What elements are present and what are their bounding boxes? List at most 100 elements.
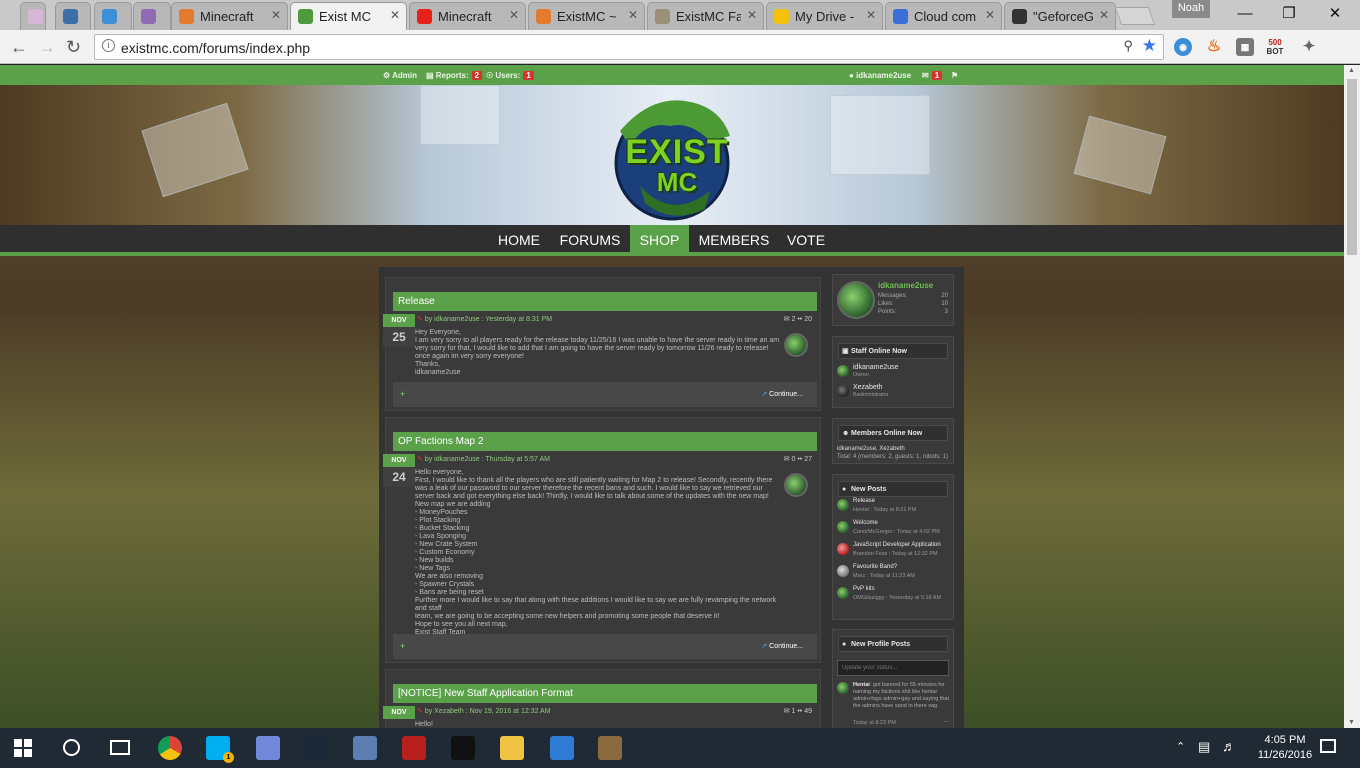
- continue-link[interactable]: ↗ Continue...: [761, 642, 803, 650]
- forward-icon[interactable]: →: [38, 36, 56, 58]
- extension-box-icon[interactable]: ▦: [1236, 38, 1254, 56]
- tab-close-icon[interactable]: ✕: [866, 8, 876, 22]
- tab-close-icon[interactable]: ✕: [628, 8, 638, 22]
- reports-link[interactable]: ▤ Reports: 2: [426, 71, 483, 80]
- nav-members[interactable]: MEMBERS: [695, 225, 773, 256]
- tab-close-icon[interactable]: ✕: [509, 8, 519, 22]
- browser-tab[interactable]: Cloud com ✕: [885, 2, 1002, 30]
- bookmark-star-icon[interactable]: ★: [1142, 36, 1157, 56]
- browser-tab[interactable]: [133, 2, 171, 30]
- browser-tab[interactable]: [94, 2, 132, 30]
- thread-title[interactable]: OP Factions Map 2: [393, 432, 817, 451]
- post-title[interactable]: Welcome: [853, 520, 878, 526]
- browser-tab[interactable]: [20, 2, 46, 30]
- nav-vote[interactable]: VOTE: [780, 225, 832, 256]
- discord-icon[interactable]: [256, 736, 280, 760]
- zoom-icon[interactable]: ⚲: [1123, 38, 1133, 54]
- network-icon[interactable]: ▤: [1198, 739, 1210, 755]
- visitor-username[interactable]: idkaname2use: [878, 281, 933, 290]
- browser-tab[interactable]: ExistMC Fa ✕: [647, 2, 764, 30]
- users-link[interactable]: ☉ Users: 1: [486, 71, 534, 80]
- thread-meta[interactable]: ✎ by idkaname2use : Yesterday at 8:31 PM: [417, 315, 552, 323]
- tab-close-icon[interactable]: ✕: [271, 8, 281, 22]
- reload-icon[interactable]: ↻: [66, 36, 81, 58]
- url-text[interactable]: existmc.com/forums/index.php: [121, 40, 310, 56]
- netflix-icon[interactable]: [451, 736, 475, 760]
- plus-icon[interactable]: +: [400, 389, 405, 399]
- browser-tab[interactable]: Exist MC ✕: [290, 2, 407, 31]
- thread-title[interactable]: Release: [393, 292, 817, 311]
- task-view-icon[interactable]: [110, 740, 130, 755]
- thread-meta[interactable]: ✎ by Xezabeth : Nov 19, 2016 at 12:32 AM: [417, 707, 551, 715]
- post-avatar[interactable]: [837, 499, 849, 511]
- inbox-link[interactable]: ✉ 1: [922, 71, 943, 80]
- post-title[interactable]: Release: [853, 498, 875, 504]
- system-clock[interactable]: 4:05 PM 11/26/2016: [1254, 733, 1316, 763]
- plus-icon[interactable]: +: [400, 641, 405, 651]
- explorer-icon[interactable]: [500, 736, 524, 760]
- tab-close-icon[interactable]: ✕: [747, 8, 757, 22]
- staff-name[interactable]: idkaname2use: [853, 364, 899, 371]
- minimize-icon[interactable]: —: [1230, 4, 1260, 24]
- volume-icon[interactable]: ♬: [1222, 738, 1236, 754]
- action-center-icon[interactable]: [1320, 739, 1336, 753]
- thread-title[interactable]: [NOTICE] New Staff Application Format: [393, 684, 817, 703]
- thread-author[interactable]: by idkaname2use : Thursday at 5:57 AM: [425, 456, 550, 463]
- post-avatar[interactable]: [837, 565, 849, 577]
- filezilla-icon[interactable]: [402, 736, 426, 760]
- site-logo[interactable]: EXIST MC: [590, 91, 750, 225]
- post-avatar[interactable]: [837, 543, 849, 555]
- post-avatar[interactable]: [837, 521, 849, 533]
- status-input[interactable]: [837, 660, 949, 676]
- tray-chevron-icon[interactable]: ⌃: [1176, 740, 1185, 753]
- browser-tab[interactable]: [55, 2, 91, 30]
- start-windows-icon[interactable]: [14, 739, 32, 757]
- browser-tab[interactable]: "GeforceG ✕: [1004, 2, 1116, 30]
- scroll-down-icon[interactable]: ▼: [1348, 719, 1355, 726]
- new-tab-button[interactable]: [1114, 7, 1156, 25]
- post-title[interactable]: Favourite Band?: [853, 564, 897, 570]
- continue-link[interactable]: ↗ Continue...: [761, 390, 803, 398]
- post-avatar[interactable]: [837, 587, 849, 599]
- staff-avatar[interactable]: [837, 385, 849, 397]
- author-avatar[interactable]: [784, 473, 808, 497]
- thread-author[interactable]: by idkaname2use : Yesterday at 8:31 PM: [425, 316, 552, 323]
- admin-link[interactable]: ⚙ Admin: [383, 71, 417, 80]
- network-icon[interactable]: [353, 736, 377, 760]
- extension-tool-icon[interactable]: ✦: [1300, 38, 1318, 56]
- post-title[interactable]: JavaScript Developer Application: [853, 542, 941, 548]
- extension-globe-icon[interactable]: ◉: [1174, 38, 1192, 56]
- thread-meta[interactable]: ✎ by idkaname2use : Thursday at 5:57 AM: [417, 455, 550, 463]
- address-bar[interactable]: i existmc.com/forums/index.php ⚲ ★: [94, 34, 1164, 60]
- skype-icon[interactable]: 1: [206, 736, 234, 763]
- cortana-icon[interactable]: [63, 739, 80, 756]
- post-title[interactable]: PvP kits: [853, 586, 875, 592]
- author-avatar[interactable]: [784, 333, 808, 357]
- minecraft-icon[interactable]: [598, 736, 622, 760]
- nav-home[interactable]: HOME: [490, 225, 548, 256]
- browser-tab[interactable]: Minecraft ✕: [171, 2, 288, 30]
- page-scrollbar[interactable]: ▲ ▼: [1344, 65, 1360, 728]
- staff-avatar[interactable]: [837, 365, 849, 377]
- nav-shop[interactable]: SHOP: [630, 225, 689, 256]
- extension-flame-icon[interactable]: ♨: [1205, 38, 1223, 56]
- account-link[interactable]: ● idkaname2use: [849, 71, 911, 80]
- steam-icon[interactable]: [305, 736, 329, 760]
- more-icon[interactable]: ⋯: [944, 720, 950, 726]
- nav-forums[interactable]: FORUMS: [552, 225, 628, 256]
- staff-name[interactable]: Xezabeth: [853, 384, 883, 391]
- extension-bot-icon[interactable]: 500 BOT: [1266, 38, 1284, 56]
- thread-author[interactable]: by Xezabeth : Nov 19, 2016 at 12:32 AM: [425, 708, 551, 715]
- profile-button[interactable]: Noah: [1172, 0, 1210, 18]
- browser-tab[interactable]: My Drive - ✕: [766, 2, 883, 30]
- profile-post-avatar[interactable]: [837, 682, 849, 694]
- tab-close-icon[interactable]: ✕: [985, 8, 995, 22]
- close-icon[interactable]: ✕: [1320, 4, 1350, 24]
- restore-icon[interactable]: ❐: [1274, 4, 1304, 24]
- browser-tab[interactable]: ExistMC ~ ✕: [528, 2, 645, 30]
- info-icon[interactable]: i: [102, 39, 115, 52]
- members-online-list[interactable]: idkaname2use, Xezabeth: [837, 446, 905, 452]
- profile-post-author[interactable]: Hentai: [853, 682, 870, 688]
- user-avatar[interactable]: [837, 281, 875, 319]
- tab-close-icon[interactable]: ✕: [1099, 8, 1109, 22]
